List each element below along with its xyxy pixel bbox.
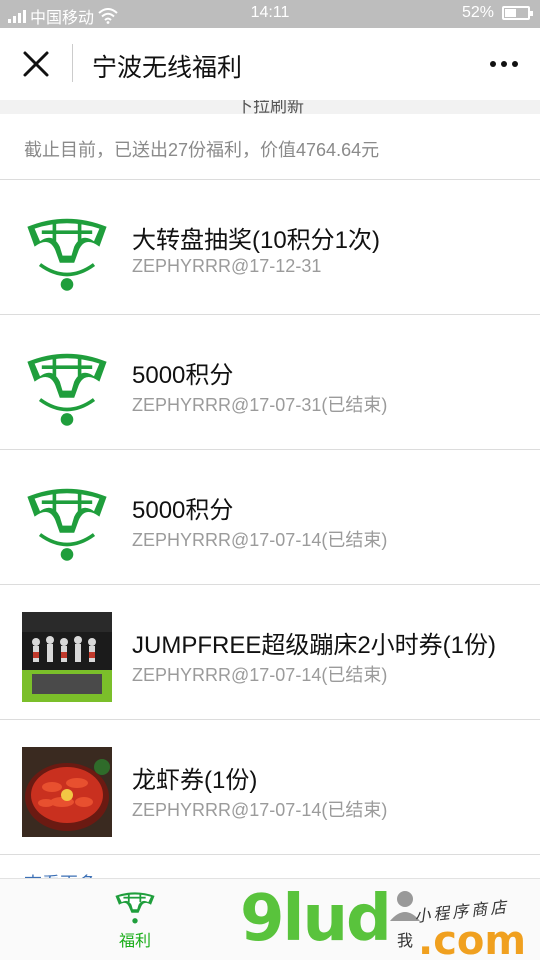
close-icon[interactable] bbox=[18, 46, 54, 82]
crayfish-thumbnail bbox=[22, 747, 112, 837]
tab-me-label[interactable]: 我 bbox=[345, 927, 465, 951]
nav-divider bbox=[72, 44, 73, 82]
view-more-link[interactable]: 查看更多 bbox=[24, 870, 224, 878]
tab-me[interactable]: 我 bbox=[345, 885, 465, 957]
list-item-title: 大转盘抽奖(10积分1次) bbox=[132, 227, 381, 254]
tea-logo-icon[interactable] bbox=[111, 887, 159, 927]
view-more-label[interactable]: 查看更多 bbox=[24, 870, 96, 878]
more-icon[interactable] bbox=[490, 61, 496, 67]
page-title: 宁波无线福利 bbox=[92, 54, 243, 82]
nav-bar: 宁波无线福利 bbox=[0, 28, 540, 100]
battery-percent: 52% bbox=[461, 4, 494, 21]
tea-logo-thumbnail bbox=[22, 207, 112, 297]
list-item-meta: ZEPHYRRR@17-07-14(已结束) bbox=[132, 530, 388, 550]
list-item-title: 5000积分 bbox=[132, 497, 234, 524]
list-item-title: 龙虾券(1份) bbox=[132, 767, 258, 794]
status-right: 52% bbox=[461, 4, 533, 22]
list-item[interactable]: 龙虾券(1份) ZEPHYRRR@17-07-14(已结束) bbox=[0, 720, 540, 855]
list-item-title: 5000积分 bbox=[132, 362, 234, 389]
tab-welfare[interactable]: 福利 bbox=[75, 885, 195, 957]
list-item[interactable]: 5000积分 ZEPHYRRR@17-07-14(已结束) bbox=[0, 450, 540, 585]
summary-text: 截止目前，已送出27份福利，价值4764.64元 bbox=[0, 114, 540, 180]
list-item-meta: ZEPHYRRR@17-12-31 bbox=[132, 256, 322, 276]
pull-to-refresh: 下拉刷新 bbox=[0, 100, 540, 114]
list-item-title: JUMPFREE超级蹦床2小时券(1份) bbox=[132, 632, 497, 659]
more-icon-dot[interactable] bbox=[512, 61, 518, 67]
close-button[interactable] bbox=[18, 46, 54, 82]
list-item[interactable]: JUMPFREE超级蹦床2小时券(1份) ZEPHYRRR@17-07-14(已结… bbox=[0, 585, 540, 720]
person-icon[interactable] bbox=[387, 887, 423, 923]
list-item[interactable]: 大转盘抽奖(10积分1次) ZEPHYRRR@17-12-31 bbox=[0, 180, 540, 315]
tab-welfare-label[interactable]: 福利 bbox=[75, 927, 195, 951]
more-icon-dot[interactable] bbox=[501, 61, 507, 67]
welfare-list: 大转盘抽奖(10积分1次) ZEPHYRRR@17-12-31 5000积分 ZEPH… bbox=[0, 180, 540, 855]
tea-logo-thumbnail bbox=[22, 342, 112, 432]
tea-logo-thumbnail bbox=[22, 477, 112, 567]
status-time: 14:11 bbox=[250, 4, 290, 21]
trampoline-thumbnail bbox=[22, 612, 112, 702]
list-item-meta: ZEPHYRRR@17-07-14(已结束) bbox=[132, 665, 388, 685]
more-button[interactable] bbox=[486, 50, 522, 78]
tab-bar: 福利 我 bbox=[0, 878, 540, 960]
list-item[interactable]: 5000积分 ZEPHYRRR@17-07-31(已结束) bbox=[0, 315, 540, 450]
status-bar: 中国移动 14:11 52% bbox=[0, 0, 540, 28]
pull-to-refresh-label: 下拉刷新 bbox=[236, 100, 304, 114]
list-item-meta: ZEPHYRRR@17-07-31(已结束) bbox=[132, 395, 388, 415]
battery-icon bbox=[502, 6, 533, 20]
list-item-meta: ZEPHYRRR@17-07-14(已结束) bbox=[132, 800, 388, 820]
